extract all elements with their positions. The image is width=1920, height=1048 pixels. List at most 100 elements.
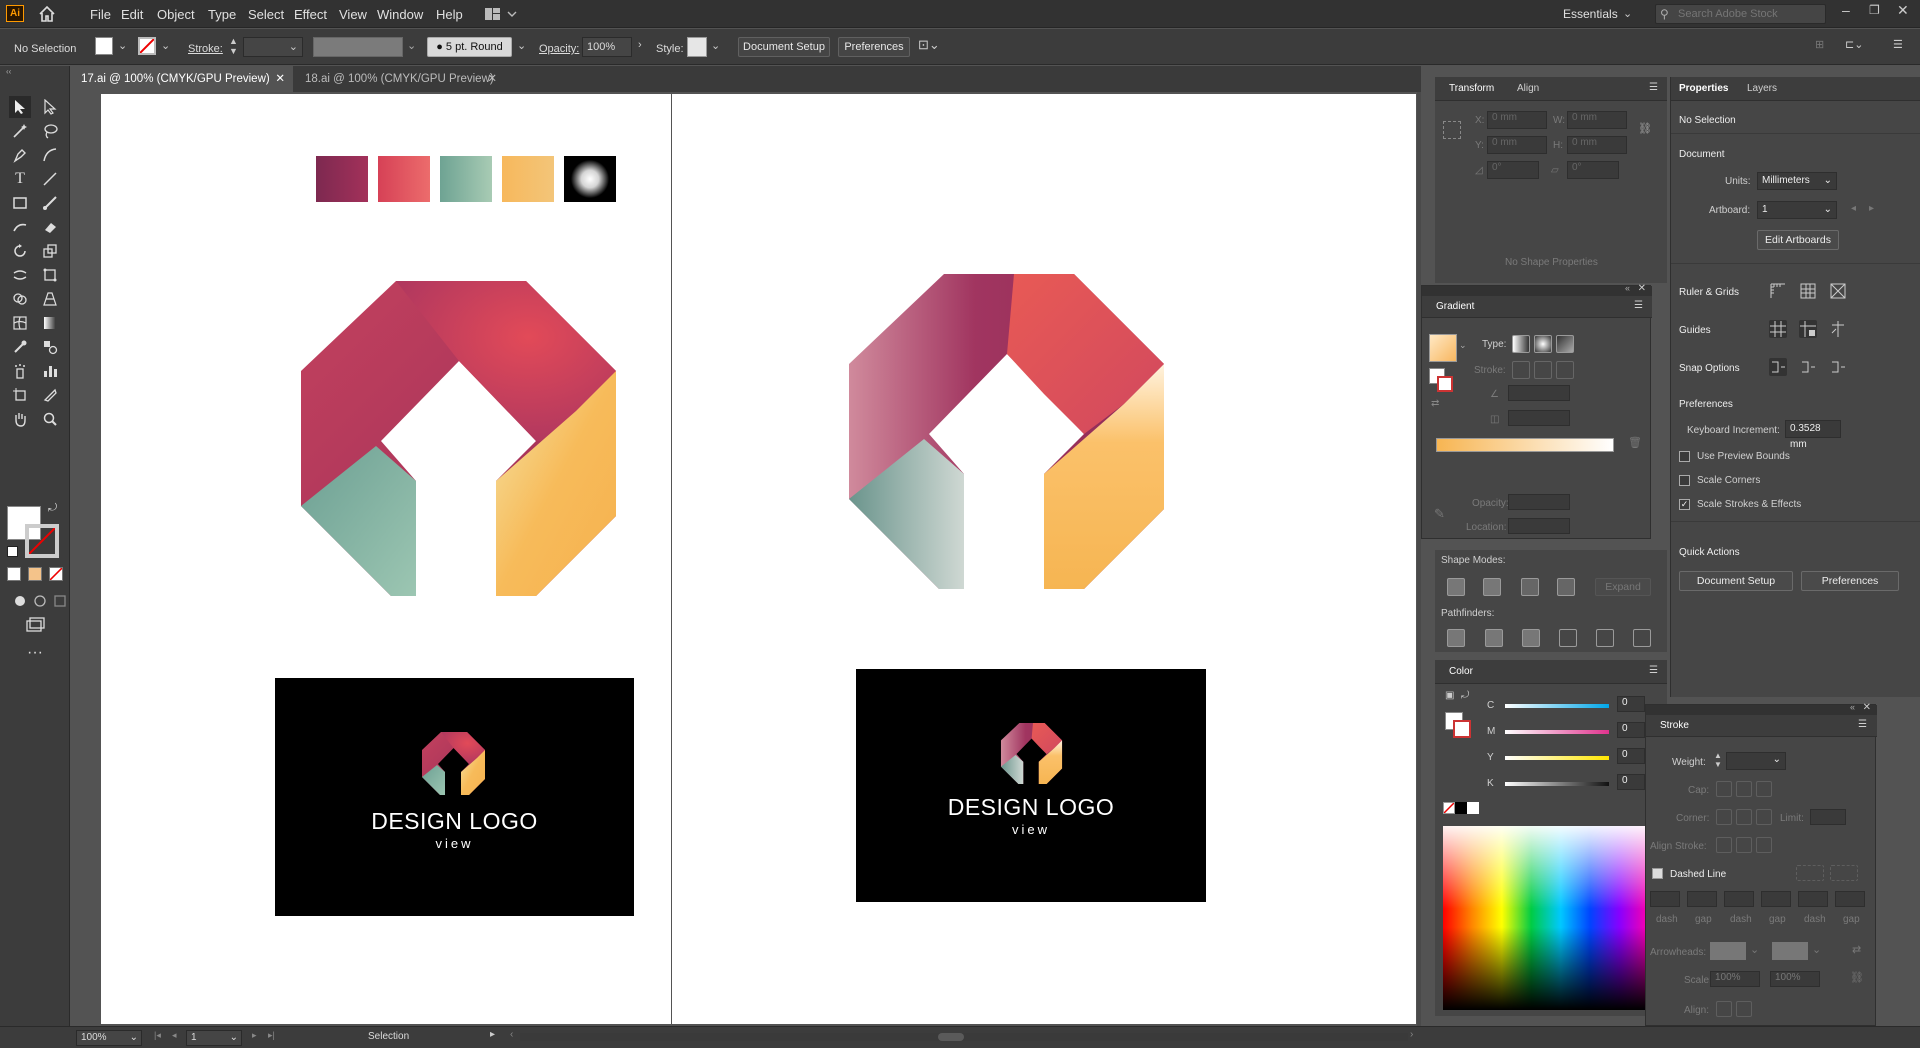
close-tab-icon[interactable]: ✕ bbox=[275, 66, 285, 92]
gradient-dropdown-icon[interactable]: ⌄ bbox=[1459, 340, 1467, 351]
ruler-icon[interactable] bbox=[1769, 282, 1787, 300]
dash-exact-icon[interactable] bbox=[1796, 865, 1824, 881]
menu-type[interactable]: Type bbox=[208, 7, 236, 22]
align-outside-icon[interactable] bbox=[1756, 837, 1772, 853]
stop-opacity-field[interactable] bbox=[1508, 494, 1570, 510]
dashed-line-checkbox[interactable] bbox=[1652, 868, 1663, 879]
next-artboard-icon[interactable]: ▸ bbox=[252, 1030, 257, 1041]
menu-window[interactable]: Window bbox=[377, 7, 423, 22]
tab-properties[interactable]: Properties bbox=[1679, 83, 1728, 94]
stroke-stepper[interactable]: ▲ ▼ bbox=[229, 36, 238, 56]
first-artboard-icon[interactable]: |◂ bbox=[154, 1030, 161, 1041]
yellow-field[interactable]: 0 bbox=[1617, 748, 1645, 764]
transparency-grid-icon[interactable] bbox=[1829, 282, 1847, 300]
rotate-tool-icon[interactable] bbox=[9, 240, 31, 262]
start-arrowhead-dropdown-icon[interactable]: ⌄ bbox=[1750, 943, 1759, 956]
close-panel-icon[interactable]: ✕ bbox=[1863, 702, 1871, 713]
shear-field[interactable]: 0° bbox=[1567, 161, 1619, 179]
scale-tool-icon[interactable] bbox=[39, 240, 61, 262]
horizontal-scrollbar[interactable] bbox=[520, 1033, 1408, 1041]
slice-tool-icon[interactable] bbox=[39, 384, 61, 406]
artboard-navigation[interactable]: 1 ⌄ bbox=[186, 1030, 242, 1046]
arrow-tip-beyond-icon[interactable] bbox=[1716, 1001, 1732, 1017]
crop-icon[interactable] bbox=[1559, 629, 1577, 647]
canvas[interactable]: DESIGN LOGO view DESIGN LOGO view bbox=[71, 92, 1421, 1026]
magenta-field[interactable]: 0 bbox=[1617, 722, 1645, 738]
scroll-right-icon[interactable]: › bbox=[1410, 1029, 1413, 1040]
gap-field-1[interactable] bbox=[1687, 891, 1717, 907]
home-icon[interactable] bbox=[38, 5, 56, 23]
reference-point-icon[interactable] bbox=[1443, 121, 1461, 139]
intersect-icon[interactable] bbox=[1521, 578, 1539, 596]
panel-menu-icon[interactable]: ☰ bbox=[1893, 38, 1903, 51]
outline-icon[interactable] bbox=[1596, 629, 1614, 647]
magenta-slider[interactable] bbox=[1505, 730, 1609, 734]
trim-icon[interactable] bbox=[1485, 629, 1503, 647]
none-mode-icon[interactable] bbox=[49, 567, 63, 581]
width-tool-icon[interactable] bbox=[9, 264, 31, 286]
quick-document-setup-button[interactable]: Document Setup bbox=[1679, 571, 1793, 591]
align-left-icon[interactable]: ⊞ bbox=[1815, 38, 1824, 51]
use-preview-bounds-checkbox[interactable] bbox=[1679, 451, 1690, 462]
projecting-cap-icon[interactable] bbox=[1756, 781, 1772, 797]
rectangle-tool-icon[interactable] bbox=[9, 192, 31, 214]
y-field[interactable]: 0 mm bbox=[1487, 136, 1547, 154]
stroke-dropdown-icon[interactable]: ⌄ bbox=[161, 39, 170, 52]
dash-align-corners-icon[interactable] bbox=[1830, 865, 1858, 881]
collapse-icon[interactable]: « bbox=[1850, 702, 1855, 712]
stroke-swatch[interactable] bbox=[138, 37, 156, 55]
panel-menu-icon[interactable]: ☰ bbox=[1649, 82, 1658, 93]
brush-definition[interactable]: ● 5 pt. Round bbox=[427, 37, 512, 57]
exclude-icon[interactable] bbox=[1557, 578, 1575, 596]
close-tab-icon[interactable]: ✕ bbox=[487, 66, 497, 92]
delete-stop-icon[interactable]: 🗑 bbox=[1628, 436, 1642, 449]
blend-tool-icon[interactable] bbox=[39, 336, 61, 358]
freeform-gradient-icon[interactable] bbox=[1556, 335, 1574, 353]
tab-17ai[interactable]: 17.ai @ 100% (CMYK/GPU Preview) ✕ bbox=[71, 66, 293, 92]
arrange-icon[interactable]: ⊡⌄ bbox=[918, 37, 940, 53]
weight-field[interactable]: ⌄ bbox=[1726, 752, 1786, 770]
opacity-label[interactable]: Opacity: bbox=[539, 43, 579, 55]
lasso-tool-icon[interactable] bbox=[39, 120, 61, 142]
draw-behind-icon[interactable] bbox=[29, 590, 51, 612]
gradient-stroke-box[interactable] bbox=[1437, 376, 1453, 392]
document-setup-button[interactable]: Document Setup bbox=[738, 37, 830, 57]
show-guides-icon[interactable] bbox=[1769, 320, 1787, 338]
h-field[interactable]: 0 mm bbox=[1567, 136, 1627, 154]
end-arrowhead-dropdown-icon[interactable]: ⌄ bbox=[1812, 943, 1821, 956]
brush-dropdown-icon[interactable]: ⌄ bbox=[517, 39, 526, 52]
snap-to-point-icon[interactable] bbox=[1769, 358, 1787, 376]
arrange-documents-icon[interactable] bbox=[484, 7, 518, 21]
gap-field-2[interactable] bbox=[1761, 891, 1791, 907]
stroke-weight-field[interactable]: ⌄ bbox=[243, 37, 303, 57]
selection-tool-icon[interactable] bbox=[9, 96, 31, 118]
menu-effect[interactable]: Effect bbox=[294, 7, 327, 22]
minimize-icon[interactable]: – bbox=[1842, 2, 1850, 18]
limit-field[interactable] bbox=[1810, 809, 1846, 825]
snap-to-pixel-icon[interactable] bbox=[1829, 358, 1847, 376]
start-arrowhead-select[interactable] bbox=[1710, 942, 1746, 960]
units-select[interactable]: Millimeters ⌄ bbox=[1757, 172, 1837, 190]
expand-button[interactable]: Expand bbox=[1595, 578, 1651, 596]
edit-artboards-button[interactable]: Edit Artboards bbox=[1757, 230, 1839, 250]
edit-toolbar-icon[interactable]: ··· bbox=[24, 642, 46, 664]
preferences-button[interactable]: Preferences bbox=[838, 37, 910, 57]
cyan-slider[interactable] bbox=[1505, 704, 1609, 708]
gradient-slider[interactable] bbox=[1436, 438, 1614, 452]
unite-icon[interactable] bbox=[1447, 578, 1465, 596]
menu-select[interactable]: Select bbox=[248, 7, 284, 22]
snap-to-grid-icon[interactable] bbox=[1799, 358, 1817, 376]
default-fill-stroke-icon[interactable]: ▣ bbox=[1445, 690, 1454, 701]
menu-file[interactable]: File bbox=[90, 7, 111, 22]
magic-wand-tool-icon[interactable] bbox=[9, 120, 31, 142]
arrow-tip-at-end-icon[interactable] bbox=[1736, 1001, 1752, 1017]
menu-view[interactable]: View bbox=[339, 7, 367, 22]
weight-stepper[interactable]: ▲ ▼ bbox=[1714, 751, 1722, 769]
dash-field-3[interactable] bbox=[1798, 891, 1828, 907]
vertical-scrollbar[interactable] bbox=[1417, 92, 1421, 1026]
line-tool-icon[interactable] bbox=[39, 168, 61, 190]
default-colors-icon[interactable] bbox=[7, 546, 18, 557]
stroke-gradient-across-icon[interactable] bbox=[1556, 361, 1574, 379]
cyan-field[interactable]: 0 bbox=[1617, 696, 1645, 712]
shape-builder-tool-icon[interactable] bbox=[9, 288, 31, 310]
